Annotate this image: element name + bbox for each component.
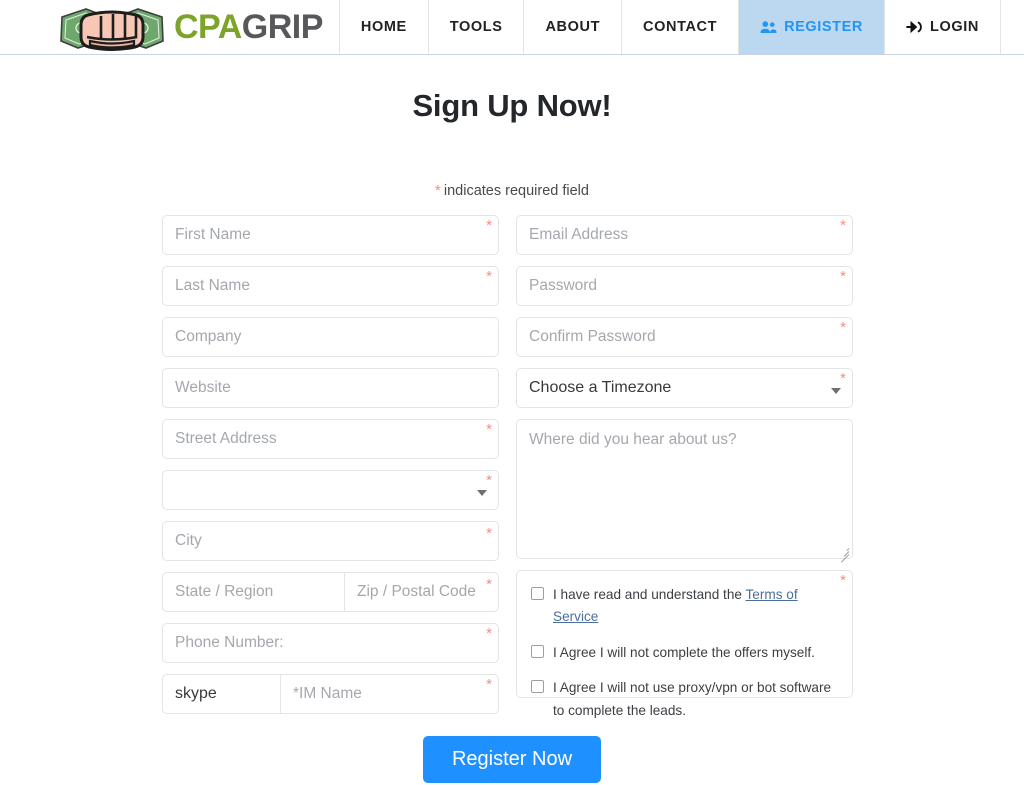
textarea-resize-handle[interactable] bbox=[837, 543, 850, 563]
phone-placeholder: Phone Number: bbox=[175, 634, 284, 651]
zip-placeholder: Zip / Postal Code bbox=[357, 583, 476, 600]
chevron-down-icon bbox=[831, 388, 841, 394]
website-field[interactable]: Website bbox=[162, 368, 499, 408]
agreement-row-terms[interactable]: I have read and understand the Terms of … bbox=[531, 584, 838, 629]
first-name-placeholder: First Name bbox=[175, 226, 251, 243]
offers-checkbox[interactable] bbox=[531, 644, 544, 658]
first-name-field[interactable]: First Name * bbox=[162, 215, 499, 255]
password-field[interactable]: Password * bbox=[516, 266, 853, 306]
company-field[interactable]: Company bbox=[162, 317, 499, 357]
fist-money-icon bbox=[60, 8, 164, 51]
timezone-required-asterisk: * bbox=[840, 370, 846, 387]
nav-item-about[interactable]: ABOUT bbox=[523, 0, 622, 54]
page-title: Sign Up Now! bbox=[412, 88, 612, 123]
form-column-right: Email Address * Password * Confirm Passw… bbox=[516, 215, 853, 718]
proxy-checkbox[interactable] bbox=[531, 680, 544, 694]
country-select[interactable]: * bbox=[162, 470, 499, 510]
password-placeholder: Password bbox=[529, 277, 598, 294]
nav-item-home[interactable]: HOME bbox=[338, 0, 428, 54]
company-placeholder: Company bbox=[175, 328, 242, 345]
main-navigation: HOME TOOLS ABOUT CONTACT REGISTER LOGIN bbox=[338, 0, 1001, 54]
im-name-placeholder: *IM Name bbox=[293, 685, 362, 702]
im-name-required-asterisk: * bbox=[486, 676, 492, 693]
phone-required-asterisk: * bbox=[486, 625, 492, 642]
agreements-panel: * I have read and understand the Terms o… bbox=[516, 570, 853, 718]
brand-logo[interactable]: CPA GRIP bbox=[56, 0, 323, 54]
users-icon bbox=[760, 21, 777, 33]
submit-row: Register Now bbox=[0, 736, 1024, 783]
street-address-field[interactable]: Street Address * bbox=[162, 419, 499, 459]
nav-item-login-label: LOGIN bbox=[929, 19, 979, 35]
agreement-proxy-label: I Agree I will not use proxy/vpn or bot … bbox=[553, 680, 832, 718]
form-column-left: First Name * Last Name * Company Website… bbox=[162, 215, 499, 714]
email-placeholder: Email Address bbox=[529, 226, 629, 243]
phone-field[interactable]: Phone Number: * bbox=[162, 623, 499, 663]
email-required-asterisk: * bbox=[840, 217, 846, 234]
required-asterisk: * bbox=[435, 182, 441, 199]
city-placeholder: City bbox=[175, 532, 202, 549]
agreement-terms-label: I have read and understand the Terms of … bbox=[553, 584, 838, 629]
state-zip-group: State / Region Zip / Postal Code * bbox=[162, 572, 499, 612]
site-header: CPA GRIP HOME TOOLS ABOUT CONTACT REGISTE… bbox=[0, 0, 1024, 55]
agreements-required-asterisk: * bbox=[840, 572, 846, 589]
agreement-row-proxy[interactable]: I Agree I will not use proxy/vpn or bot … bbox=[531, 677, 838, 722]
state-field[interactable]: State / Region bbox=[163, 573, 345, 611]
register-now-button[interactable]: Register Now bbox=[422, 736, 602, 783]
nav-item-contact-label: CONTACT bbox=[643, 19, 718, 35]
referral-textarea[interactable]: Where did you hear about us? bbox=[516, 419, 853, 563]
chevron-down-icon bbox=[477, 490, 487, 496]
logo-text-grip: GRIP bbox=[241, 8, 324, 46]
im-name-field[interactable]: *IM Name bbox=[281, 675, 498, 713]
password-required-asterisk: * bbox=[840, 268, 846, 285]
required-field-note: * indicates required field bbox=[0, 182, 1024, 199]
email-field[interactable]: Email Address * bbox=[516, 215, 853, 255]
agreement-offers-label: I Agree I will not complete the offers m… bbox=[553, 644, 815, 660]
nav-item-login[interactable]: LOGIN bbox=[883, 0, 1001, 54]
agreement-terms-text: I have read and understand the bbox=[553, 587, 746, 602]
street-address-placeholder: Street Address bbox=[175, 430, 277, 447]
zip-field[interactable]: Zip / Postal Code bbox=[345, 573, 498, 611]
timezone-select[interactable]: Choose a Timezone * bbox=[516, 368, 853, 408]
city-field[interactable]: City * bbox=[162, 521, 499, 561]
logo-text-cpa: CPA bbox=[174, 8, 242, 46]
signup-form: First Name * Last Name * Company Website… bbox=[162, 215, 862, 718]
city-required-asterisk: * bbox=[486, 525, 492, 542]
agreement-row-offers[interactable]: I Agree I will not complete the offers m… bbox=[531, 642, 838, 664]
required-note-label: indicates required field bbox=[443, 183, 589, 199]
signup-page: Sign Up Now! * indicates required field F… bbox=[0, 88, 1024, 783]
nav-item-register[interactable]: REGISTER bbox=[738, 0, 884, 54]
nav-item-register-label: REGISTER bbox=[784, 19, 863, 35]
im-group: skype *IM Name * bbox=[162, 674, 499, 714]
logo-wordmark: CPA GRIP bbox=[174, 10, 323, 44]
country-required-asterisk: * bbox=[486, 472, 492, 489]
first-name-required-asterisk: * bbox=[486, 217, 492, 234]
terms-checkbox[interactable] bbox=[531, 587, 544, 600]
website-placeholder: Website bbox=[175, 379, 231, 396]
last-name-field[interactable]: Last Name * bbox=[162, 266, 499, 306]
street-address-required-asterisk: * bbox=[486, 421, 492, 438]
nav-item-about-label: ABOUT bbox=[545, 19, 601, 35]
im-type-select[interactable]: skype bbox=[163, 675, 281, 713]
nav-item-contact[interactable]: CONTACT bbox=[621, 0, 739, 54]
confirm-password-placeholder: Confirm Password bbox=[529, 328, 656, 345]
last-name-placeholder: Last Name bbox=[175, 277, 250, 294]
sign-in-icon bbox=[906, 20, 922, 34]
nav-item-home-label: HOME bbox=[360, 19, 407, 35]
nav-item-tools-label: TOOLS bbox=[449, 19, 503, 35]
timezone-select-value: Choose a Timezone bbox=[529, 379, 672, 396]
nav-item-tools[interactable]: TOOLS bbox=[427, 0, 524, 54]
im-type-value: skype bbox=[175, 685, 217, 702]
zip-required-asterisk: * bbox=[486, 576, 492, 593]
referral-placeholder: Where did you hear about us? bbox=[529, 431, 737, 448]
last-name-required-asterisk: * bbox=[486, 268, 492, 285]
confirm-password-field[interactable]: Confirm Password * bbox=[516, 317, 853, 357]
state-placeholder: State / Region bbox=[175, 583, 274, 600]
confirm-password-required-asterisk: * bbox=[840, 319, 846, 336]
